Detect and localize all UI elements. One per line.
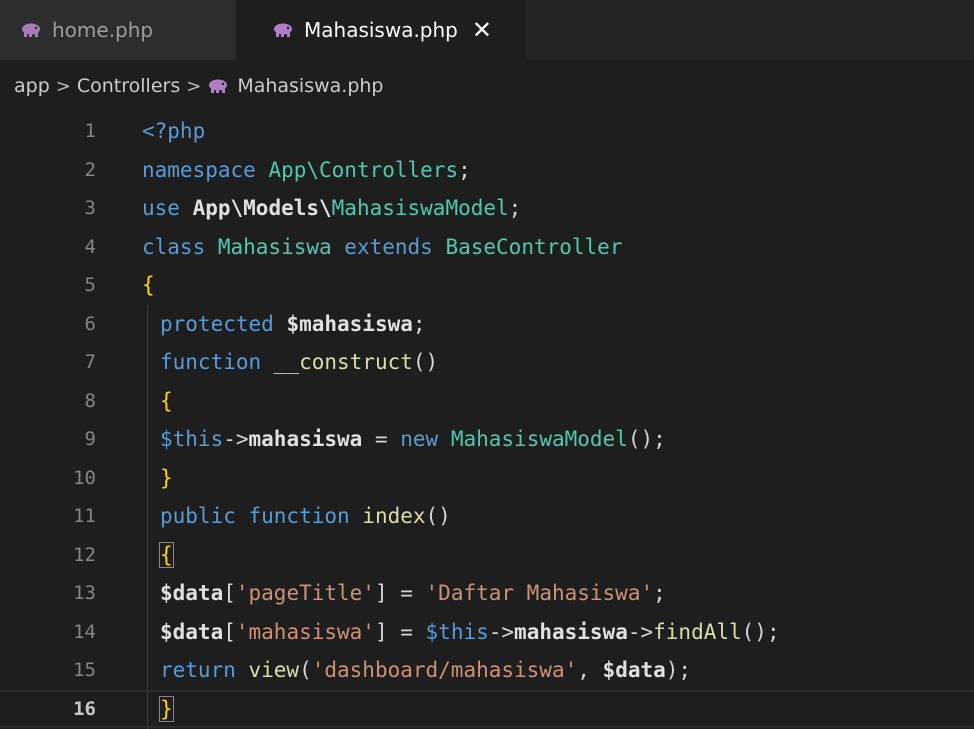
code-text: } [159,695,174,722]
code-line[interactable]: 15 return view('dashboard/mahasiswa', $d… [0,651,974,690]
line-number: 2 [84,158,96,181]
close-icon[interactable]: ✕ [472,16,492,44]
code-text: public function index() [160,504,451,529]
chevron-right-icon: > [186,75,202,97]
code-line[interactable]: 13 $data['pageTitle'] = 'Daftar Mahasisw… [0,574,974,613]
code-line[interactable]: 2 namespace App\Controllers; [0,151,974,190]
code-line[interactable]: 11 public function index() [0,497,974,536]
code-line[interactable]: 14 $data['mahasiswa'] = $this->mahasiswa… [0,613,974,652]
editor-tab-bar: home.php Mahasiswa.php ✕ [0,0,974,60]
line-number: 16 [73,697,96,720]
line-number: 9 [84,428,96,451]
code-text: { [142,273,155,298]
line-number: 12 [73,543,96,566]
code-line[interactable]: 6 protected $mahasiswa; [0,305,974,344]
code-text: $data['mahasiswa'] = $this->mahasiswa->f… [160,619,780,644]
breadcrumb-item-app[interactable]: app [14,75,50,97]
code-text: use App\Models\MahasiswaModel; [142,196,522,221]
code-line[interactable]: 8 { [0,382,974,421]
line-number: 5 [84,274,96,297]
code-text: class Mahasiswa extends BaseController [142,234,623,259]
code-line[interactable]: 12 { [0,536,974,575]
code-line[interactable]: 4 class Mahasiswa extends BaseController [0,228,974,267]
php-elephant-icon [272,23,294,38]
code-text: { [159,541,174,568]
php-elephant-icon [20,23,42,38]
line-number: 10 [73,466,96,489]
code-line[interactable]: 7 function __construct() [0,343,974,382]
tab-home-php[interactable]: home.php [0,0,236,60]
tab-label: home.php [52,18,154,42]
line-number: 6 [84,312,96,335]
code-text: { [160,388,173,413]
code-text: <?php [142,119,206,144]
tab-label: Mahasiswa.php [304,18,458,42]
code-line[interactable]: 1 <?php [0,112,974,151]
tab-mahasiswa-php[interactable]: Mahasiswa.php ✕ [236,0,526,60]
code-text: $this->mahasiswa = new MahasiswaModel(); [160,427,666,452]
code-text: function __construct() [160,350,439,375]
code-line[interactable]: 9 $this->mahasiswa = new MahasiswaModel(… [0,420,974,459]
breadcrumb: app > Controllers > Mahasiswa.php [0,60,974,112]
chevron-right-icon: > [55,75,71,97]
line-number: 7 [84,351,96,374]
code-line[interactable]: 10 } [0,459,974,498]
line-number: 15 [73,659,96,682]
code-editor[interactable]: 1 <?php 2 namespace App\Controllers; 3 u… [0,112,974,729]
line-number: 4 [84,235,96,258]
code-line[interactable]: 5 { [0,266,974,305]
line-number: 8 [84,389,96,412]
code-text: $data['pageTitle'] = 'Daftar Mahasiswa'; [160,581,666,606]
code-text: protected $mahasiswa; [160,311,426,336]
code-line[interactable]: 3 use App\Models\MahasiswaModel; [0,189,974,228]
breadcrumb-item-controllers[interactable]: Controllers [77,75,180,97]
line-number: 14 [73,620,96,643]
line-number: 11 [73,505,96,528]
line-number: 13 [73,582,96,605]
breadcrumb-item-file[interactable]: Mahasiswa.php [237,75,383,97]
code-text: namespace App\Controllers; [142,157,471,182]
php-elephant-icon [207,79,229,94]
line-number: 3 [84,197,96,220]
line-number: 1 [84,120,96,143]
code-text: return view('dashboard/mahasiswa', $data… [160,658,692,683]
code-text: } [160,465,173,490]
code-line-current[interactable]: 16 } [0,689,974,728]
